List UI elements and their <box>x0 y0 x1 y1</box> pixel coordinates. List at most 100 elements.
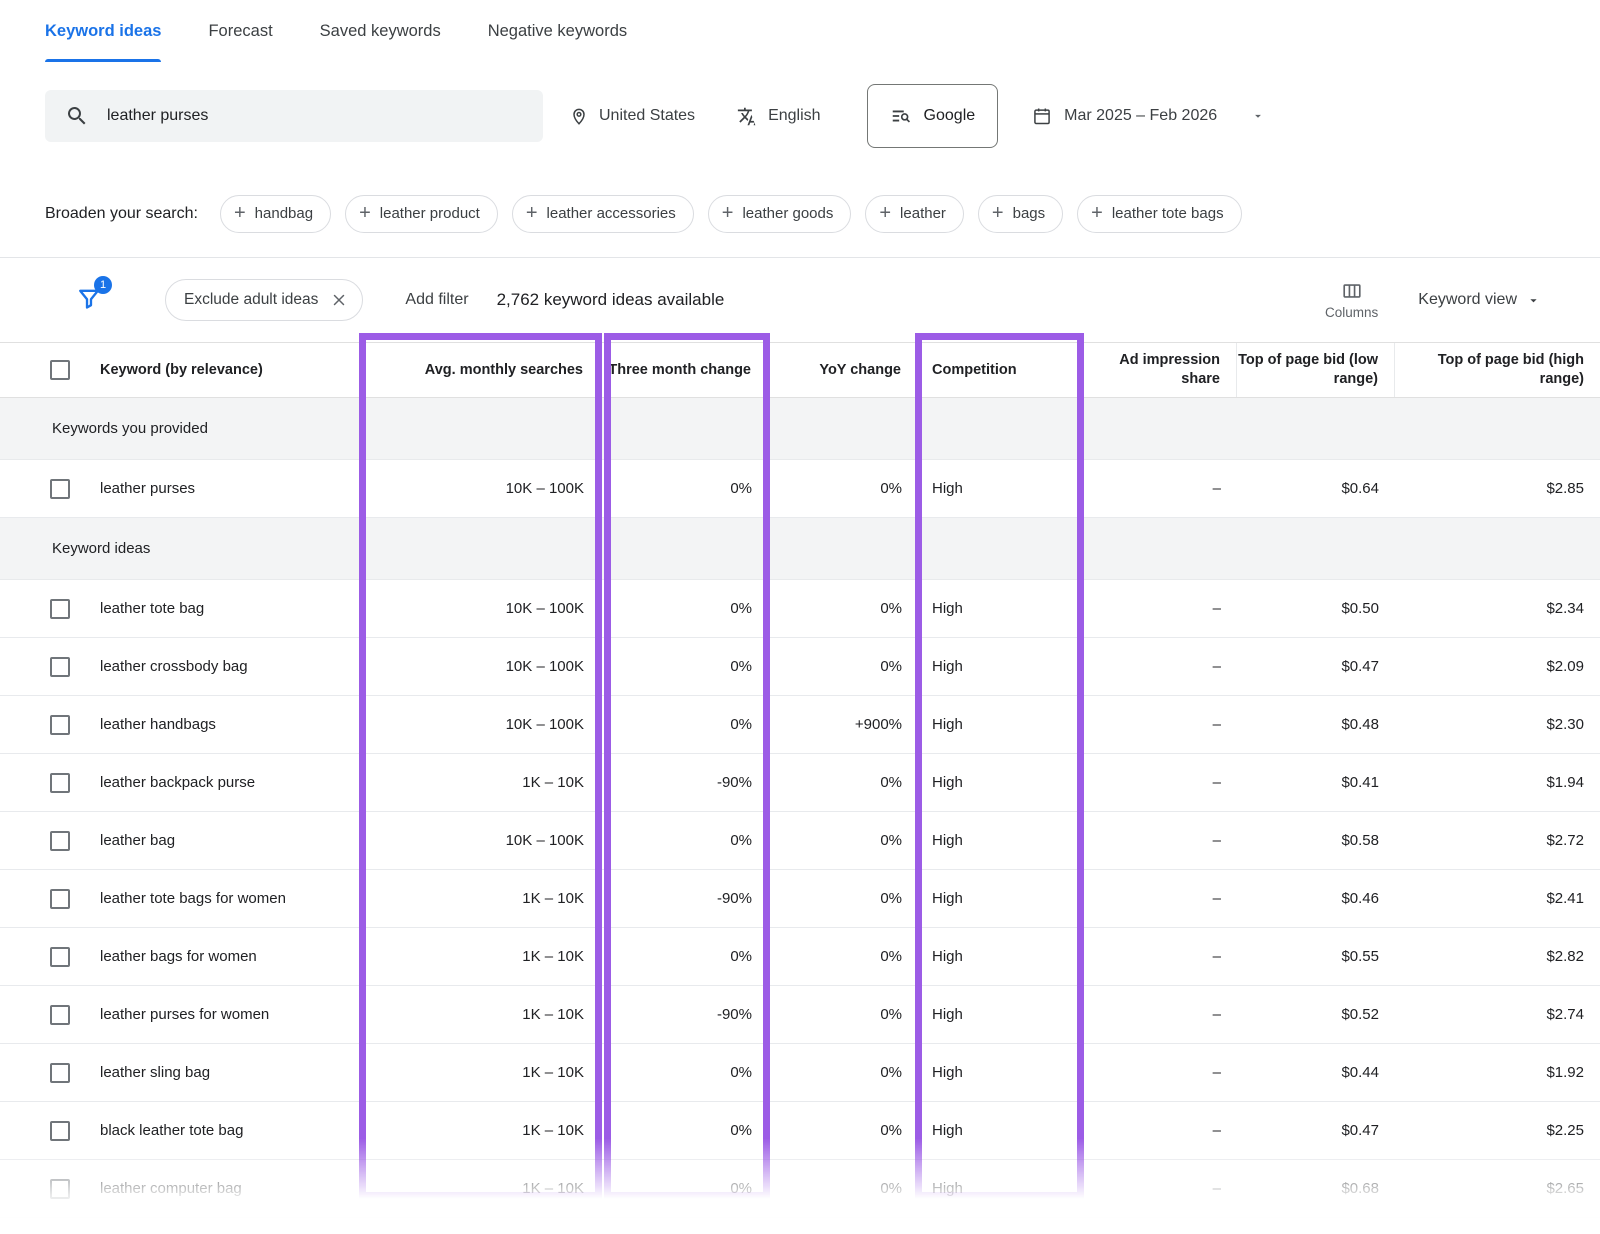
competition-cell: High <box>918 460 1082 517</box>
column-header-yoy-change[interactable]: YoY change <box>768 343 918 397</box>
low-bid-cell: $0.47 <box>1237 638 1395 695</box>
table-row: leather sling bag1K – 10K0%0%High–$0.44$… <box>0 1044 1600 1102</box>
three-month-cell: -90% <box>600 986 768 1043</box>
competition-cell: High <box>918 638 1082 695</box>
yoy-cell: 0% <box>768 986 918 1043</box>
plus-icon: + <box>526 203 538 223</box>
keyword-cell[interactable]: leather backpack purse <box>100 754 363 811</box>
column-header-avg-monthly-searches[interactable]: Avg. monthly searches <box>363 343 600 397</box>
keyword-cell[interactable]: leather handbags <box>100 696 363 753</box>
plus-icon: + <box>234 203 246 223</box>
row-checkbox[interactable] <box>50 1063 70 1083</box>
keyword-view-selector[interactable]: Keyword view <box>1418 291 1541 309</box>
tab-keyword-ideas[interactable]: Keyword ideas <box>45 0 161 62</box>
keyword-cell[interactable]: leather purses <box>100 460 363 517</box>
column-header-competition[interactable]: Competition <box>918 343 1082 397</box>
keyword-cell[interactable]: leather crossbody bag <box>100 638 363 695</box>
row-checkbox[interactable] <box>50 657 70 677</box>
tab-label: Keyword ideas <box>45 22 161 41</box>
row-checkbox[interactable] <box>50 947 70 967</box>
broaden-chip[interactable]: +leather accessories <box>512 195 694 233</box>
table-row: leather purses10K – 100K0%0%High–$0.64$2… <box>0 460 1600 518</box>
tab-saved-keywords[interactable]: Saved keywords <box>320 0 441 62</box>
filter-count-badge: 1 <box>94 276 112 294</box>
searches-cell: 10K – 100K <box>363 812 600 869</box>
three-month-cell: -90% <box>600 870 768 927</box>
calendar-icon <box>1032 106 1052 126</box>
exclude-adult-ideas-chip[interactable]: Exclude adult ideas <box>165 279 363 321</box>
plus-icon: + <box>722 203 734 223</box>
broaden-chip[interactable]: +bags <box>978 195 1063 233</box>
row-checkbox[interactable] <box>50 715 70 735</box>
tab-forecast[interactable]: Forecast <box>208 0 272 62</box>
searches-cell: 1K – 10K <box>363 870 600 927</box>
broaden-chip[interactable]: +handbag <box>220 195 331 233</box>
ad-share-cell: – <box>1082 1160 1237 1217</box>
location-selector[interactable]: United States <box>569 106 695 126</box>
search-input[interactable]: leather purses <box>45 90 543 142</box>
column-header-ad-impression-share[interactable]: Ad impression share <box>1082 343 1237 397</box>
table-row: leather tote bag10K – 100K0%0%High–$0.50… <box>0 580 1600 638</box>
table-row: leather computer bag1K – 10K0%0%High–$0.… <box>0 1160 1600 1218</box>
keyword-table: Keyword (by relevance) Avg. monthly sear… <box>0 342 1600 1218</box>
keyword-cell[interactable]: leather sling bag <box>100 1044 363 1101</box>
close-icon[interactable] <box>330 291 348 309</box>
tab-negative-keywords[interactable]: Negative keywords <box>488 0 627 62</box>
high-bid-cell: $2.25 <box>1395 1102 1600 1159</box>
row-checkbox[interactable] <box>50 599 70 619</box>
columns-button[interactable]: Columns <box>1325 280 1378 320</box>
broaden-chip[interactable]: +leather goods <box>708 195 852 233</box>
high-bid-cell: $1.94 <box>1395 754 1600 811</box>
row-checkbox-cell <box>0 754 100 811</box>
chip-label: leather <box>900 205 946 222</box>
view-selector-label: Keyword view <box>1418 291 1517 309</box>
yoy-cell: 0% <box>768 580 918 637</box>
keyword-cell[interactable]: leather bags for women <box>100 928 363 985</box>
row-checkbox[interactable] <box>50 479 70 499</box>
network-selector[interactable]: Google <box>867 84 999 148</box>
column-header-top-of-page-bid-low[interactable]: Top of page bid (low range) <box>1237 343 1395 397</box>
location-value: United States <box>599 107 695 125</box>
broaden-chip[interactable]: +leather tote bags <box>1077 195 1241 233</box>
add-filter-button[interactable]: Add filter <box>405 291 468 309</box>
keyword-cell[interactable]: leather purses for women <box>100 986 363 1043</box>
keyword-cell[interactable]: leather tote bag <box>100 580 363 637</box>
broaden-chip[interactable]: +leather product <box>345 195 498 233</box>
keyword-cell[interactable]: leather tote bags for women <box>100 870 363 927</box>
high-bid-cell: $2.72 <box>1395 812 1600 869</box>
keyword-cell[interactable]: leather bag <box>100 812 363 869</box>
date-range-selector[interactable]: Mar 2025 – Feb 2026 <box>1032 106 1265 126</box>
row-checkbox[interactable] <box>50 831 70 851</box>
column-header-top-of-page-bid-high[interactable]: Top of page bid (high range) <box>1395 343 1600 397</box>
broaden-chip[interactable]: +leather <box>865 195 964 233</box>
location-pin-icon <box>569 106 589 126</box>
keyword-cell[interactable]: black leather tote bag <box>100 1102 363 1159</box>
search-network-icon <box>890 105 912 127</box>
ad-share-cell: – <box>1082 986 1237 1043</box>
row-checkbox[interactable] <box>50 773 70 793</box>
column-header-keyword[interactable]: Keyword (by relevance) <box>100 343 363 397</box>
yoy-cell: 0% <box>768 928 918 985</box>
searches-cell: 1K – 10K <box>363 754 600 811</box>
date-range-value: Mar 2025 – Feb 2026 <box>1064 107 1217 125</box>
row-checkbox[interactable] <box>50 1121 70 1141</box>
row-checkbox[interactable] <box>50 1179 70 1199</box>
filter-funnel-button[interactable]: 1 <box>75 285 105 315</box>
low-bid-cell: $0.48 <box>1237 696 1395 753</box>
row-checkbox[interactable] <box>50 1005 70 1025</box>
broaden-search-row: Broaden your search: +handbag+leather pr… <box>0 170 1600 258</box>
tab-label: Forecast <box>208 22 272 41</box>
row-checkbox-cell <box>0 812 100 869</box>
row-checkbox-cell <box>0 870 100 927</box>
row-checkbox-cell <box>0 638 100 695</box>
plus-icon: + <box>1091 203 1103 223</box>
language-selector[interactable]: English <box>737 106 820 127</box>
row-checkbox-cell <box>0 1160 100 1217</box>
column-header-three-month-change[interactable]: Three month change <box>600 343 768 397</box>
keyword-cell[interactable]: leather computer bag <box>100 1160 363 1217</box>
row-checkbox[interactable] <box>50 889 70 909</box>
select-all-checkbox[interactable] <box>50 360 70 380</box>
search-settings-row: leather purses United States English Goo… <box>0 62 1600 170</box>
ad-share-cell: – <box>1082 928 1237 985</box>
network-value: Google <box>924 107 976 125</box>
